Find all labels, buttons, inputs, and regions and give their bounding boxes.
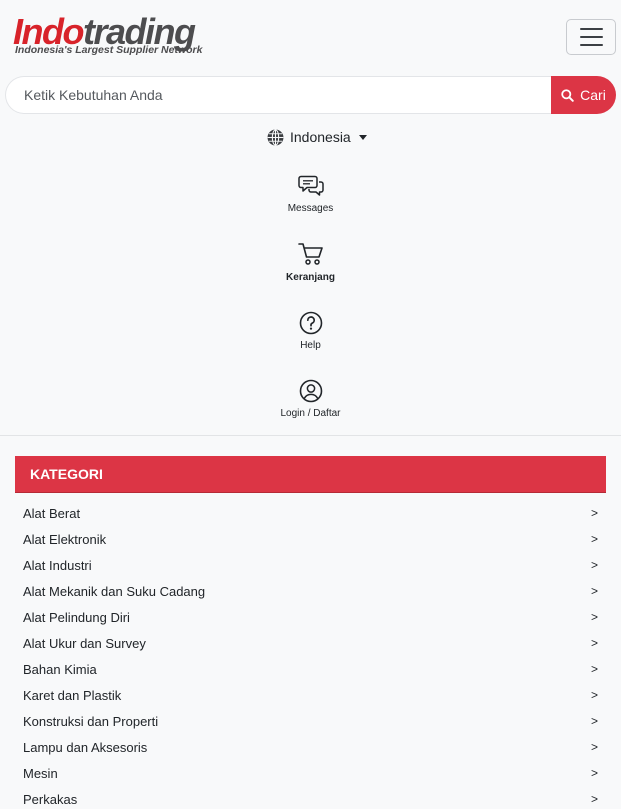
chat-bubbles-icon	[297, 175, 324, 196]
chevron-right-icon: >	[590, 506, 598, 520]
category-label: Alat Berat	[23, 505, 81, 521]
search-icon	[561, 88, 574, 102]
chevron-right-icon: >	[590, 532, 598, 546]
category-item-alat-mekanik[interactable]: Alat Mekanik dan Suku Cadang >	[15, 578, 606, 604]
category-item-alat-ukur[interactable]: Alat Ukur dan Survey >	[15, 630, 606, 656]
category-item-alat-berat[interactable]: Alat Berat >	[15, 500, 606, 526]
category-item-perkakas[interactable]: Perkakas >	[15, 786, 606, 809]
category-label: Mesin	[23, 765, 58, 781]
nav-login[interactable]: Login / Daftar	[260, 379, 361, 419]
category-item-lampu[interactable]: Lampu dan Aksesoris >	[15, 734, 606, 760]
chevron-right-icon: >	[590, 584, 598, 598]
search-input[interactable]	[5, 76, 555, 114]
nav-cart[interactable]: Keranjang	[260, 242, 361, 283]
chevron-right-icon: >	[590, 636, 598, 650]
category-panel: KATEGORI Alat Berat > Alat Elektronik > Al…	[15, 456, 606, 809]
category-label: Alat Ukur dan Survey	[23, 635, 146, 651]
chevron-right-icon: >	[590, 688, 598, 702]
category-item-alat-pelindung-diri[interactable]: Alat Pelindung Diri >	[15, 604, 606, 630]
indotrading-logo[interactable]: Indotrading Indonesia's Largest Supplier…	[13, 12, 213, 58]
shopping-cart-icon	[297, 243, 323, 265]
category-item-karet-plastik[interactable]: Karet dan Plastik >	[15, 682, 606, 708]
menu-toggle-button[interactable]	[566, 19, 616, 55]
category-label: Konstruksi dan Properti	[23, 713, 159, 729]
category-label: Alat Pelindung Diri	[23, 609, 130, 625]
chevron-right-icon: >	[590, 766, 598, 780]
nav-messages-label: Messages	[287, 203, 334, 214]
category-label: Alat Elektronik	[23, 531, 107, 547]
category-item-konstruksi[interactable]: Konstruksi dan Properti >	[15, 708, 606, 734]
hamburger-menu-icon	[579, 28, 603, 30]
globe-icon	[267, 128, 284, 146]
category-item-alat-industri[interactable]: Alat Industri >	[15, 552, 606, 578]
chevron-right-icon: >	[590, 714, 598, 728]
caret-down-icon	[358, 134, 367, 140]
chevron-right-icon: >	[590, 740, 598, 754]
category-item-mesin[interactable]: Mesin >	[15, 760, 606, 786]
chevron-right-icon: >	[590, 610, 598, 624]
nav-help-label: Help	[300, 340, 321, 351]
category-list: Alat Berat > Alat Elektronik > Alat Indust…	[15, 493, 606, 809]
language-selector[interactable]: Indonesia	[267, 127, 367, 147]
category-item-alat-elektronik[interactable]: Alat Elektronik >	[15, 526, 606, 552]
top-header: Indotrading Indonesia's Largest Supplier…	[0, 0, 621, 436]
category-label: Alat Mekanik dan Suku Cadang	[23, 583, 206, 599]
category-label: Perkakas	[23, 791, 78, 807]
question-circle-icon	[299, 311, 322, 335]
nav-cart-label: Keranjang	[286, 272, 335, 283]
chevron-right-icon: >	[590, 792, 598, 806]
language-label: Indonesia	[290, 129, 351, 145]
category-header: KATEGORI	[15, 456, 606, 493]
search-button[interactable]: Cari	[551, 76, 616, 114]
category-item-bahan-kimia[interactable]: Bahan Kimia >	[15, 656, 606, 682]
user-circle-icon	[299, 379, 322, 403]
search-button-label: Cari	[580, 87, 606, 103]
logo-tagline: Indonesia's Largest Supplier Network	[15, 44, 203, 56]
nav-login-label: Login / Daftar	[280, 408, 341, 419]
nav-help[interactable]: Help	[260, 311, 361, 351]
chevron-right-icon: >	[590, 558, 598, 572]
category-label: Karet dan Plastik	[23, 687, 122, 703]
chevron-right-icon: >	[590, 662, 598, 676]
category-label: Lampu dan Aksesoris	[23, 739, 148, 755]
category-label: Alat Industri	[23, 557, 92, 573]
category-label: Bahan Kimia	[23, 661, 97, 677]
search-bar: Cari	[5, 76, 616, 114]
nav-messages[interactable]: Messages	[260, 174, 361, 214]
